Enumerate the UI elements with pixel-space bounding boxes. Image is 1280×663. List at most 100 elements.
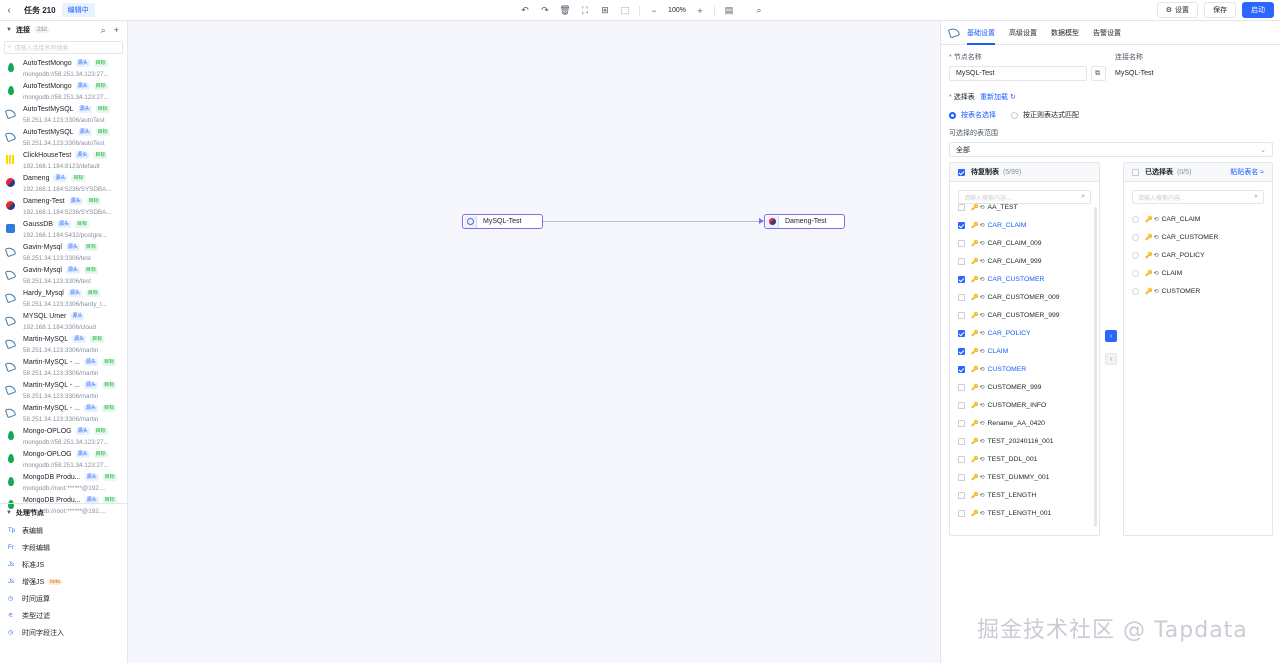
process-nodes-header[interactable]: ▼ 处理节点	[0, 504, 127, 522]
table-row[interactable]: 🔑 ⟲ TEST_DDL_001	[950, 450, 1099, 468]
table-radio[interactable]	[1132, 269, 1139, 277]
selected-table-row[interactable]: 🔑 ⟲ CUSTOMER	[1124, 282, 1272, 300]
search-icon[interactable]: ⌕	[749, 5, 769, 16]
table-checkbox[interactable]	[958, 383, 965, 391]
connection-item[interactable]: Mongo-OPLOG 源头 目标 mongodb://58.251.34.123:2…	[0, 449, 127, 472]
table-checkbox[interactable]	[958, 491, 965, 499]
process-node-item[interactable]: Js 增强JS beta	[0, 573, 127, 590]
table-row[interactable]: 🔑 ⟲ CAR_CLAIM_009	[950, 234, 1099, 252]
table-row[interactable]: 🔑 ⟲ CUSTOMER_INFO	[950, 396, 1099, 414]
reload-link[interactable]: 重新加载 ↻	[980, 92, 1016, 102]
connection-item[interactable]: Gavin-Mysql 源头 目标 58.251.34.123:3306/test	[0, 242, 127, 265]
process-node-item[interactable]: Js 标准JS	[0, 556, 127, 573]
search-icon[interactable]: ⌕	[101, 25, 106, 36]
copy-icon[interactable]: ⧉	[1091, 66, 1106, 81]
move-left-button[interactable]: ‹	[1105, 353, 1117, 365]
table-checkbox[interactable]	[958, 401, 965, 409]
process-node-item[interactable]: Fr 字段编辑	[0, 539, 127, 556]
selected-table-row[interactable]: 🔑 ⟲ CAR_CLAIM	[1124, 210, 1272, 228]
process-node-item[interactable]: ⚟ 类型过滤	[0, 607, 127, 624]
select-mode-icon[interactable]: ⬚	[615, 5, 635, 16]
selected-table-row[interactable]: 🔑 ⟲ CAR_POLICY	[1124, 246, 1272, 264]
select-all-checkbox[interactable]	[1132, 168, 1139, 176]
connection-item[interactable]: AutoTestMySQL 源头 目标 58.251.34.123:3306/auto…	[0, 127, 127, 150]
connection-item[interactable]: Dameng 源头 目标 192.168.1.184:5236/SYSDBA...	[0, 173, 127, 196]
connection-item[interactable]: Martin-MySQL - ... 源头 目标 58.251.34.123:3306…	[0, 403, 127, 426]
log-icon[interactable]: ▤	[719, 5, 739, 16]
connections-header[interactable]: ▼ 连接 232 ⌕ +	[0, 21, 127, 39]
connection-item[interactable]: Martin-MySQL - ... 源头 目标 58.251.34.123:3306…	[0, 357, 127, 380]
caret-down-icon[interactable]: ▼	[6, 27, 12, 33]
dag-canvas[interactable]: MySQL-Test Dameng-Test	[128, 21, 940, 663]
fit-view-icon[interactable]: ⛶	[575, 5, 595, 16]
table-checkbox[interactable]	[958, 347, 965, 355]
table-checkbox[interactable]	[958, 239, 965, 247]
redo-icon[interactable]: ↷	[535, 5, 555, 16]
connection-item[interactable]: AutoTestMongo 源头 目标 mongodb://58.251.34.123…	[0, 81, 127, 104]
table-checkbox[interactable]	[958, 203, 965, 211]
table-row[interactable]: 🔑 ⟲ TEST_DUMMY_001	[950, 468, 1099, 486]
caret-down-icon[interactable]: ▼	[6, 510, 12, 516]
table-checkbox[interactable]	[958, 437, 965, 445]
source-node[interactable]: MySQL-Test	[462, 214, 543, 229]
table-radio[interactable]	[1132, 233, 1139, 241]
selected-table-row[interactable]: 🔑 ⟲ CLAIM	[1124, 264, 1272, 282]
connection-item[interactable]: GaussDB 源头 目标 192.168.1.184:5432/postgre...	[0, 219, 127, 242]
table-checkbox[interactable]	[958, 329, 965, 337]
tab-data-model[interactable]: 数据模型	[1051, 28, 1079, 38]
table-row[interactable]: 🔑 ⟲ CAR_CUSTOMER	[950, 270, 1099, 288]
table-checkbox[interactable]	[958, 275, 965, 283]
move-right-button[interactable]: ›	[1105, 330, 1117, 342]
table-checkbox[interactable]	[958, 257, 965, 265]
delete-icon[interactable]: 🗑	[555, 5, 575, 16]
table-row[interactable]: 🔑 ⟲ CAR_CUSTOMER_999	[950, 306, 1099, 324]
task-title[interactable]: 任务 210	[24, 5, 56, 16]
tab-basic[interactable]: 基础设置	[967, 28, 995, 45]
selected-table-search[interactable]: 请输入搜索内容... ⌕	[1132, 190, 1264, 204]
table-row[interactable]: 🔑 ⟲ CAR_POLICY	[950, 324, 1099, 342]
connection-edge[interactable]	[543, 221, 763, 222]
table-row[interactable]: 🔑 ⟲ TEST_LENGTH_001	[950, 504, 1099, 522]
radio-by-name[interactable]: 按表名选择	[949, 110, 996, 120]
connection-item[interactable]: ClickHouseTest 源头 目标 192.168.1.184:8123/def…	[0, 150, 127, 173]
table-row[interactable]: 🔑 ⟲ TEST_LENGTH	[950, 486, 1099, 504]
node-name-input[interactable]: MySQL-Test	[949, 66, 1087, 81]
table-checkbox[interactable]	[958, 221, 965, 229]
auto-layout-icon[interactable]: ⊞	[595, 5, 615, 16]
table-checkbox[interactable]	[958, 455, 965, 463]
selected-table-row[interactable]: 🔑 ⟲ CAR_CUSTOMER	[1124, 228, 1272, 246]
connection-search-input[interactable]: ⌕ 请输入连接名称搜索	[4, 41, 123, 54]
tab-alert[interactable]: 告警设置	[1093, 28, 1121, 38]
process-node-item[interactable]: ◷ 时间字段注入	[0, 624, 127, 641]
connection-item[interactable]: MYSQL Umer 源头 192.168.1.184:3306/cloud	[0, 311, 127, 334]
connection-item[interactable]: Gavin-Mysql 源头 目标 58.251.34.123:3306/test	[0, 265, 127, 288]
target-node[interactable]: Dameng-Test	[764, 214, 845, 229]
connection-item[interactable]: AutoTestMongo 源头 目标 mongodb://58.251.34.123…	[0, 58, 127, 81]
table-row[interactable]: 🔑 ⟲ CAR_CLAIM	[950, 216, 1099, 234]
table-row[interactable]: 🔑 ⟲ CAR_CUSTOMER_009	[950, 288, 1099, 306]
connection-item[interactable]: AutoTestMySQL 源头 目标 58.251.34.123:3306/auto…	[0, 104, 127, 127]
table-row[interactable]: 🔑 ⟲ Rename_AA_0420	[950, 414, 1099, 432]
connection-item[interactable]: Dameng-Test 源头 目标 192.168.1.184:5236/SYSDBA…	[0, 196, 127, 219]
table-row[interactable]: 🔑 ⟲ CLAIM	[950, 342, 1099, 360]
process-node-item[interactable]: ◷ 时间运算	[0, 590, 127, 607]
table-checkbox[interactable]	[958, 311, 965, 319]
table-range-select[interactable]: 全部 ⌄	[949, 142, 1273, 157]
table-checkbox[interactable]	[958, 365, 965, 373]
connection-item[interactable]: Martin-MySQL - ... 源头 目标 58.251.34.123:3306…	[0, 380, 127, 403]
save-button[interactable]: 保存	[1204, 2, 1236, 18]
scrollbar[interactable]	[1094, 207, 1097, 527]
table-row[interactable]: 🔑 ⟲ CAR_CLAIM_999	[950, 252, 1099, 270]
table-radio[interactable]	[1132, 215, 1139, 223]
back-icon[interactable]: ‹	[0, 5, 18, 16]
connection-item[interactable]: MongoDB Produ... 源头 目标 mongodb://root:*****…	[0, 472, 127, 495]
table-row[interactable]: 🔑 ⟲ CUSTOMER_999	[950, 378, 1099, 396]
table-row[interactable]: 🔑 ⟲ CUSTOMER	[950, 360, 1099, 378]
table-checkbox[interactable]	[958, 293, 965, 301]
table-radio[interactable]	[1132, 251, 1139, 259]
start-button[interactable]: 启动	[1242, 2, 1274, 18]
connection-item[interactable]: Hardy_Mysql 源头 目标 58.251.34.123:3306/hardy_…	[0, 288, 127, 311]
connection-item[interactable]: Mongo-OPLOG 源头 目标 mongodb://58.251.34.123:2…	[0, 426, 127, 449]
settings-button[interactable]: ⚙ 设置	[1156, 2, 1198, 18]
process-node-item[interactable]: Tp 表编辑	[0, 522, 127, 539]
